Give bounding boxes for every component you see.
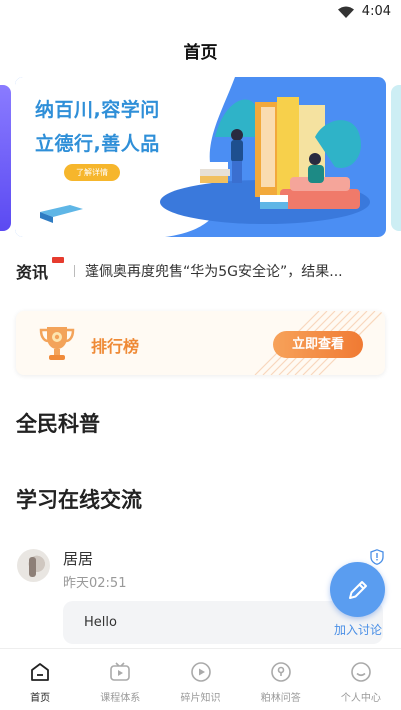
profile-icon: [351, 662, 371, 682]
ranking-card[interactable]: 排行榜 立即查看: [16, 311, 385, 375]
tab-courses[interactable]: 课程体系: [80, 649, 160, 710]
tab-label-profile: 个人中心: [340, 693, 381, 704]
bottom-tab-bar: 首页 课程体系 碎片知识 粕林问答 个人中心: [0, 648, 401, 710]
shield-info-icon[interactable]: [370, 549, 384, 565]
news-ticker[interactable]: 资讯 蓬佩奥再度兜售“华为5G安全论”，结果...: [16, 257, 386, 283]
tab-home[interactable]: 首页: [0, 649, 80, 710]
news-headline[interactable]: 蓬佩奥再度兜售“华为5G安全论”，结果...: [85, 261, 365, 281]
avatar[interactable]: [17, 549, 50, 582]
wifi-icon: [337, 6, 354, 18]
join-discussion-button[interactable]: [330, 562, 385, 617]
trophy-icon: [39, 327, 75, 360]
section-title-science: 全民科普: [16, 412, 100, 436]
hot-tag-icon: [52, 257, 64, 263]
tab-fragments[interactable]: 碎片知识: [160, 649, 240, 710]
ranking-label: 排行榜: [91, 337, 140, 356]
status-time: 4:04: [361, 4, 391, 19]
post-author[interactable]: 居居: [63, 548, 93, 569]
course-icon: [110, 662, 131, 681]
banner-prev-peek[interactable]: [0, 85, 11, 231]
banner-next-peek[interactable]: [391, 85, 401, 231]
banner-slide[interactable]: 纳百川,容学问 立德行,善人品 了解详情: [15, 77, 386, 237]
news-badge-label: 资讯: [16, 263, 49, 282]
post-time: 昨天02:51: [63, 576, 127, 591]
banner-carousel[interactable]: 纳百川,容学问 立德行,善人品 了解详情: [0, 77, 401, 237]
section-title-exchange: 学习在线交流: [16, 488, 142, 512]
home-icon: [31, 663, 49, 681]
play-icon: [190, 662, 211, 682]
banner-details-button[interactable]: 了解详情: [64, 164, 120, 181]
home-screen: 4:04 首页 纳百川,容学问 立德行,善人品 了解详情 资讯 蓬佩奥再度兜售“…: [0, 0, 401, 710]
post-content: Hello: [84, 615, 117, 630]
tab-qa[interactable]: 粕林问答: [241, 649, 321, 710]
banner-title-line2: 立德行,善人品: [35, 133, 160, 155]
status-bar: 4:04: [0, 0, 401, 26]
news-badge: 资讯: [16, 257, 64, 283]
news-divider: [74, 265, 75, 277]
tab-label-fragments: 碎片知识: [180, 693, 221, 704]
tab-label-qa: 粕林问答: [260, 693, 301, 704]
view-now-button[interactable]: 立即查看: [273, 331, 363, 358]
tab-profile[interactable]: 个人中心: [321, 649, 401, 710]
banner-title-line1: 纳百川,容学问: [35, 99, 160, 121]
join-discussion-label[interactable]: 加入讨论: [327, 621, 389, 638]
page-title: 首页: [183, 43, 218, 63]
pencil-icon: [348, 580, 367, 599]
tab-label-courses: 课程体系: [100, 693, 141, 704]
tab-label-home: 首页: [30, 693, 51, 704]
qa-icon: [270, 662, 291, 682]
